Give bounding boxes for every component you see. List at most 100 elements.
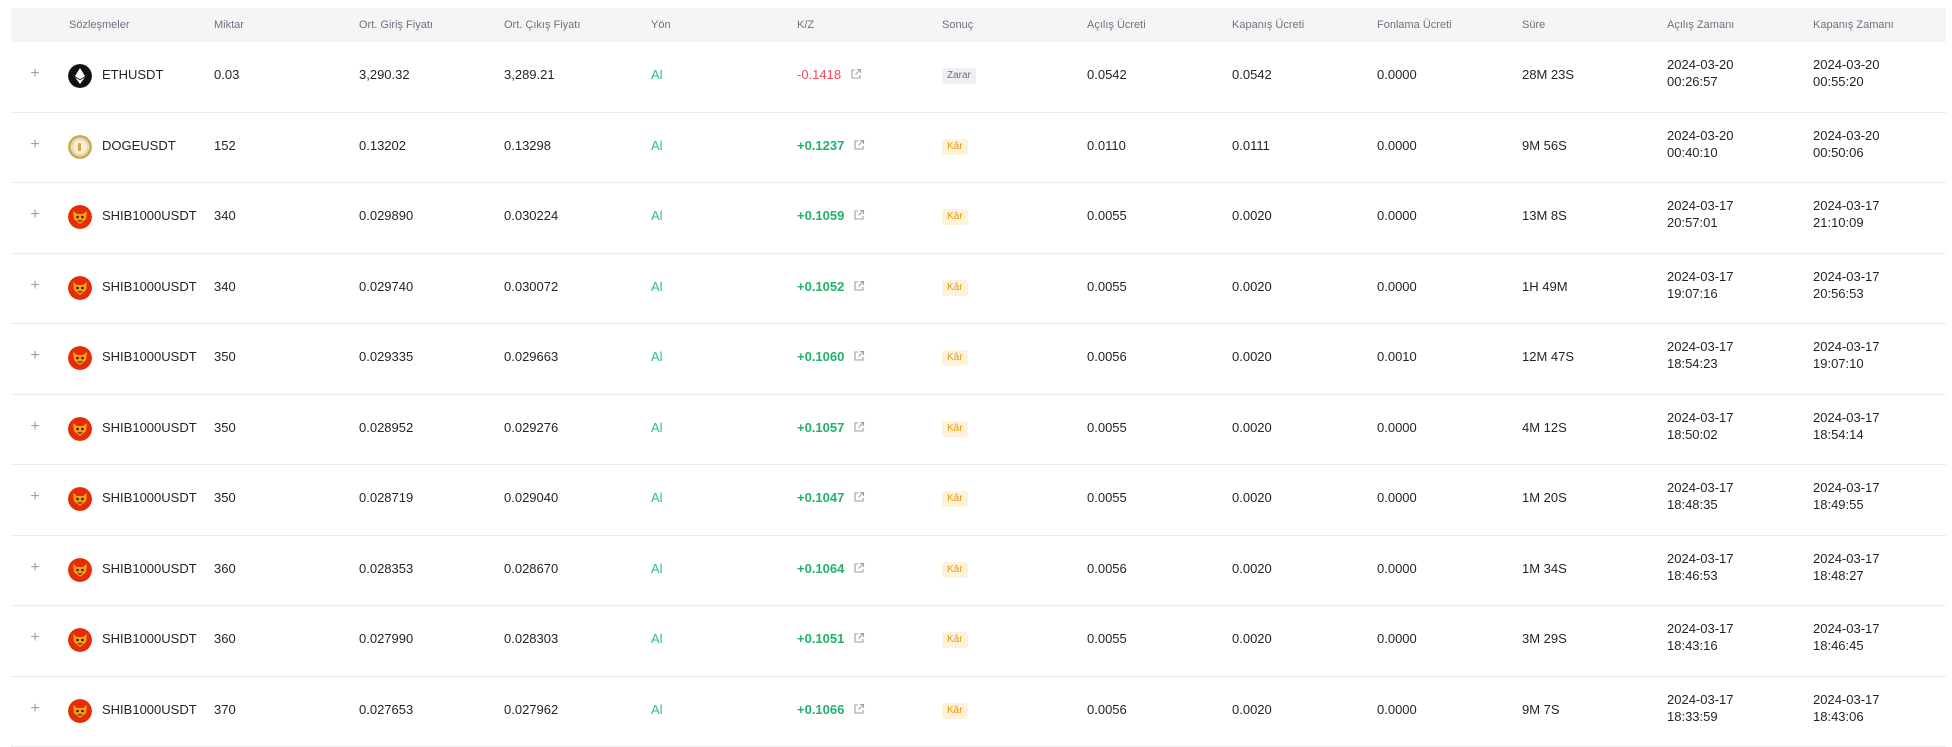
funding-fee-cell: 0.0000 bbox=[1377, 138, 1417, 153]
expand-row-icon[interactable]: + bbox=[27, 66, 43, 82]
entry-price-cell: 0.028952 bbox=[359, 420, 413, 435]
open-clock: 18:43:16 bbox=[1667, 637, 1734, 654]
header-direction: Yön bbox=[651, 19, 671, 31]
direction-cell: Al bbox=[651, 490, 663, 505]
external-link-icon[interactable] bbox=[853, 350, 865, 362]
pnl-cell: +0.1060 bbox=[797, 349, 865, 364]
table-header: SözleşmelerMiktarOrt. Giriş FiyatıOrt. Ç… bbox=[11, 8, 1946, 42]
close-time-cell: 2024-03-2000:50:06 bbox=[1813, 127, 1880, 161]
entry-price-cell: 3,290.32 bbox=[359, 67, 410, 82]
duration-cell: 13M 8S bbox=[1522, 208, 1567, 223]
contract-symbol[interactable]: SHIB1000USDT bbox=[102, 561, 197, 576]
table-row[interactable]: +SHIB1000USDT3600.0279900.028303Al+0.105… bbox=[11, 606, 1946, 677]
close-date: 2024-03-20 bbox=[1813, 127, 1880, 144]
closing-fee-cell: 0.0020 bbox=[1232, 279, 1272, 294]
contract-symbol[interactable]: SHIB1000USDT bbox=[102, 631, 197, 646]
table-row[interactable]: +SHIB1000USDT3500.0287190.029040Al+0.104… bbox=[11, 465, 1946, 536]
shib-coin-icon bbox=[68, 558, 92, 582]
external-link-icon[interactable] bbox=[853, 209, 865, 221]
expand-row-icon[interactable]: + bbox=[27, 278, 43, 294]
table-row[interactable]: +SHIB1000USDT3600.0283530.028670Al+0.106… bbox=[11, 536, 1946, 607]
external-link-icon[interactable] bbox=[853, 421, 865, 433]
entry-price-cell: 0.027653 bbox=[359, 702, 413, 717]
open-date: 2024-03-17 bbox=[1667, 479, 1734, 496]
close-date: 2024-03-17 bbox=[1813, 691, 1880, 708]
header-pnl: K/Z bbox=[797, 19, 814, 31]
contract-symbol[interactable]: SHIB1000USDT bbox=[102, 279, 197, 294]
quantity-cell: 350 bbox=[214, 490, 236, 505]
closing-fee-cell: 0.0020 bbox=[1232, 631, 1272, 646]
open-time-cell: 2024-03-1718:33:59 bbox=[1667, 691, 1734, 725]
header-duration: Süre bbox=[1522, 19, 1545, 31]
opening-fee-cell: 0.0055 bbox=[1087, 420, 1127, 435]
open-clock: 18:50:02 bbox=[1667, 426, 1734, 443]
contract-symbol[interactable]: SHIB1000USDT bbox=[102, 490, 197, 505]
close-clock: 20:56:53 bbox=[1813, 285, 1880, 302]
close-time-cell: 2024-03-1719:07:10 bbox=[1813, 338, 1880, 372]
table-row[interactable]: +SHIB1000USDT3400.0297400.030072Al+0.105… bbox=[11, 254, 1946, 325]
table-row[interactable]: +SHIB1000USDT3500.0293350.029663Al+0.106… bbox=[11, 324, 1946, 395]
direction-cell: Al bbox=[651, 420, 663, 435]
close-clock: 00:55:20 bbox=[1813, 73, 1880, 90]
open-clock: 18:48:35 bbox=[1667, 496, 1734, 513]
opening-fee-cell: 0.0055 bbox=[1087, 279, 1127, 294]
table-row[interactable]: +DOGEUSDT1520.132020.13298Al+0.1237Kâr0.… bbox=[11, 113, 1946, 184]
closing-fee-cell: 0.0020 bbox=[1232, 702, 1272, 717]
close-time-cell: 2024-03-1718:46:45 bbox=[1813, 620, 1880, 654]
entry-price-cell: 0.029335 bbox=[359, 349, 413, 364]
expand-row-icon[interactable]: + bbox=[27, 701, 43, 717]
quantity-cell: 152 bbox=[214, 138, 236, 153]
result-badge: Kâr bbox=[942, 350, 968, 366]
open-time-cell: 2024-03-1718:48:35 bbox=[1667, 479, 1734, 513]
contract-symbol[interactable]: SHIB1000USDT bbox=[102, 420, 197, 435]
pnl-cell: +0.1066 bbox=[797, 702, 865, 717]
pnl-value: +0.1057 bbox=[797, 420, 844, 435]
expand-row-icon[interactable]: + bbox=[27, 489, 43, 505]
contract-symbol[interactable]: SHIB1000USDT bbox=[102, 702, 197, 717]
entry-price-cell: 0.029890 bbox=[359, 208, 413, 223]
external-link-icon[interactable] bbox=[853, 632, 865, 644]
funding-fee-cell: 0.0000 bbox=[1377, 631, 1417, 646]
table-row[interactable]: +ETHUSDT0.033,290.323,289.21Al-0.1418Zar… bbox=[11, 42, 1946, 113]
pnl-cell: +0.1052 bbox=[797, 279, 865, 294]
closing-fee-cell: 0.0020 bbox=[1232, 349, 1272, 364]
table-row[interactable]: +SHIB1000USDT3700.0276530.027962Al+0.106… bbox=[11, 677, 1946, 747]
external-link-icon[interactable] bbox=[853, 562, 865, 574]
contract-symbol[interactable]: ETHUSDT bbox=[102, 67, 163, 82]
external-link-icon[interactable] bbox=[850, 68, 862, 80]
close-date: 2024-03-17 bbox=[1813, 197, 1880, 214]
contract-symbol[interactable]: SHIB1000USDT bbox=[102, 349, 197, 364]
close-date: 2024-03-17 bbox=[1813, 620, 1880, 637]
exit-price-cell: 3,289.21 bbox=[504, 67, 555, 82]
expand-row-icon[interactable]: + bbox=[27, 419, 43, 435]
expand-row-icon[interactable]: + bbox=[27, 560, 43, 576]
expand-row-icon[interactable]: + bbox=[27, 137, 43, 153]
external-link-icon[interactable] bbox=[853, 703, 865, 715]
pnl-value: -0.1418 bbox=[797, 67, 841, 82]
header-quantity: Miktar bbox=[214, 19, 244, 31]
close-time-cell: 2024-03-1718:54:14 bbox=[1813, 409, 1880, 443]
entry-price-cell: 0.027990 bbox=[359, 631, 413, 646]
external-link-icon[interactable] bbox=[853, 139, 865, 151]
table-row[interactable]: +SHIB1000USDT3500.0289520.029276Al+0.105… bbox=[11, 395, 1946, 466]
contract-symbol[interactable]: SHIB1000USDT bbox=[102, 208, 197, 223]
expand-row-icon[interactable]: + bbox=[27, 630, 43, 646]
pnl-value: +0.1047 bbox=[797, 490, 844, 505]
open-clock: 00:40:10 bbox=[1667, 144, 1734, 161]
expand-row-icon[interactable]: + bbox=[27, 348, 43, 364]
header-contracts: Sözleşmeler bbox=[69, 19, 130, 31]
close-clock: 18:54:14 bbox=[1813, 426, 1880, 443]
expand-row-icon[interactable]: + bbox=[27, 207, 43, 223]
external-link-icon[interactable] bbox=[853, 280, 865, 292]
closing-fee-cell: 0.0020 bbox=[1232, 208, 1272, 223]
external-link-icon[interactable] bbox=[853, 491, 865, 503]
open-time-cell: 2024-03-1718:43:16 bbox=[1667, 620, 1734, 654]
table-row[interactable]: +SHIB1000USDT3400.0298900.030224Al+0.105… bbox=[11, 183, 1946, 254]
pnl-value: +0.1059 bbox=[797, 208, 844, 223]
pnl-cell: +0.1051 bbox=[797, 631, 865, 646]
close-time-cell: 2024-03-1720:56:53 bbox=[1813, 268, 1880, 302]
open-date: 2024-03-17 bbox=[1667, 268, 1734, 285]
contract-symbol[interactable]: DOGEUSDT bbox=[102, 138, 176, 153]
duration-cell: 1H 49M bbox=[1522, 279, 1568, 294]
close-date: 2024-03-17 bbox=[1813, 268, 1880, 285]
